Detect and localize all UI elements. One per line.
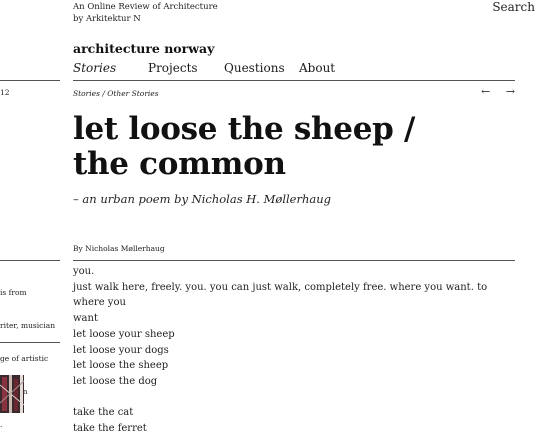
search-link[interactable]: Search [492,0,535,14]
byline-divider [73,260,515,261]
main-nav: Stories Projects Questions About [73,61,335,75]
poem-line: take the ferret [73,423,147,435]
nav-item-questions[interactable]: Questions [224,61,299,75]
header-divider [73,80,515,81]
poem-line: let loose your sheep [73,328,175,340]
bio-line: ge of artistic [0,354,49,363]
poem-line: just walk here, freely. you. you can jus… [73,281,488,309]
poem-line: want [73,313,98,325]
left-bio-bottom-divider [0,342,60,343]
article-body: you. just walk here, freely. you. you ca… [73,264,518,437]
article-title-line-1: let loose the sheep / [73,111,416,147]
poem-line: you. [73,266,95,277]
breadcrumb: Stories / Other Stories [73,89,159,98]
breadcrumb-stories[interactable]: Stories [73,89,100,98]
author-thumbnail[interactable] [0,375,24,413]
poem-line: let loose the dog [73,375,158,387]
left-column-divider [0,80,60,81]
article-subtitle: – an urban poem by Nicholas H. Møllerhau… [73,192,332,206]
poem-line: let loose your dogs [73,344,169,356]
bio-line: . [0,420,3,429]
left-bio-text: is from riter, musician ge of artistic B… [0,265,55,441]
poem-line [73,390,518,406]
site-brand-link[interactable]: architecture norway [73,41,214,56]
article-title: let loose the sheep / the common [73,112,415,182]
bio-line: is from [0,288,27,297]
poem-line: take the cat [73,407,134,419]
tagline-line-1: An Online Review of Architecture [73,2,218,12]
site-tagline: An Online Review of Architecture by Arki… [73,1,218,25]
breadcrumb-other-stories[interactable]: Other Stories [107,89,158,98]
article-title-line-2: the common [73,146,286,182]
bio-line: riter, musician [0,321,56,330]
tagline-line-2: by Arkitektur N [73,14,141,24]
article-byline: By Nicholas Møllerhaug [73,244,165,253]
prev-arrow-icon[interactable]: ← [481,85,490,98]
left-bio-divider [0,260,60,261]
poem-line: let loose the sheep [73,360,169,372]
nav-item-about[interactable]: About [299,61,335,75]
nav-item-stories[interactable]: Stories [73,61,148,75]
thumbnail-image [0,375,24,413]
left-column-number: 12 [0,88,10,97]
next-arrow-icon[interactable]: → [506,85,515,98]
article-pager: ← → [469,85,515,98]
nav-item-projects[interactable]: Projects [148,61,224,75]
